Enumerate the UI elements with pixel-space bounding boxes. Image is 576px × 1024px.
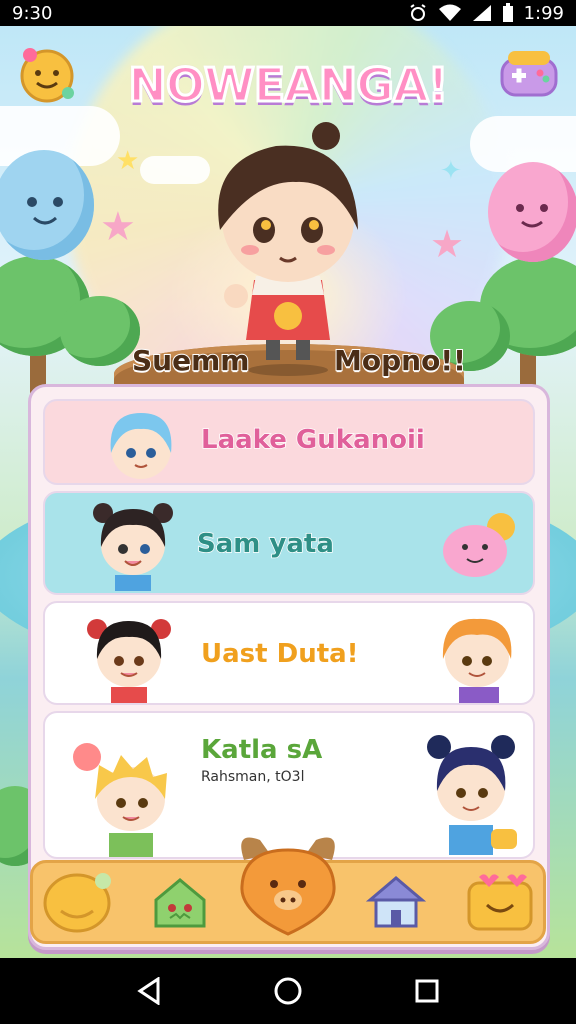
smiley-badge-icon — [20, 48, 74, 103]
star-icon: ★ — [430, 222, 465, 266]
wifi-icon — [438, 4, 461, 21]
back-icon[interactable] — [136, 977, 162, 1005]
list-item[interactable]: Sam yata — [43, 491, 535, 595]
nav-chat-button[interactable] — [40, 866, 116, 938]
character-avatar — [81, 609, 177, 703]
character-avatar — [101, 407, 181, 483]
happy-box-icon — [467, 874, 533, 931]
list-item-label: Sam yata — [196, 528, 334, 560]
battery-icon — [502, 3, 513, 22]
list-item-sublabel: Rahsman, tO3l — [201, 769, 305, 785]
pet-avatar — [435, 505, 525, 589]
recents-icon[interactable] — [414, 978, 440, 1004]
home-icon[interactable] — [273, 976, 303, 1006]
pet-center-icon — [240, 837, 336, 936]
balloon-left — [0, 150, 94, 260]
list-item-label: Katla sA — [200, 734, 323, 766]
game-controller-button[interactable] — [496, 42, 562, 106]
system-nav-bar — [0, 958, 576, 1024]
status-clock: 1:99 — [523, 2, 564, 24]
profile-badge-button[interactable] — [14, 42, 80, 106]
star-icon: ✦ — [440, 156, 462, 186]
nav-happy-box-button[interactable] — [462, 866, 538, 938]
list-item-label: Uast Duta! — [200, 638, 359, 670]
star-icon: ★ — [116, 146, 140, 176]
star-icon: ★ — [100, 204, 136, 250]
signal-icon — [472, 5, 491, 21]
stage-label-right: Mopno!! — [333, 343, 467, 378]
character-avatar — [429, 609, 525, 703]
stage-label-left: Suemm — [131, 343, 250, 378]
game-title: NOWEANGA! — [127, 57, 450, 114]
tree — [60, 296, 140, 366]
balloon-right — [488, 162, 576, 262]
character-avatar — [85, 499, 181, 593]
alarm-icon — [410, 4, 426, 21]
nav-monster-button[interactable] — [142, 866, 218, 938]
home-monster-icon — [154, 878, 206, 928]
house-icon — [366, 876, 426, 928]
nav-pet-center-button[interactable] — [230, 820, 346, 938]
nav-house-button[interactable] — [358, 866, 434, 938]
chat-icon — [43, 873, 111, 933]
hero-character[interactable] — [186, 120, 390, 380]
controller-icon — [500, 51, 558, 97]
list-item[interactable]: Uast Duta! — [43, 601, 535, 705]
list-item-label: Laake Gukanoii — [200, 424, 425, 456]
character-avatar — [417, 733, 527, 857]
status-time: 9:30 — [12, 2, 53, 24]
status-bar: 9:30 1:99 — [0, 0, 576, 26]
character-avatar — [69, 737, 179, 857]
list-item[interactable]: Laake Gukanoii — [43, 399, 535, 485]
